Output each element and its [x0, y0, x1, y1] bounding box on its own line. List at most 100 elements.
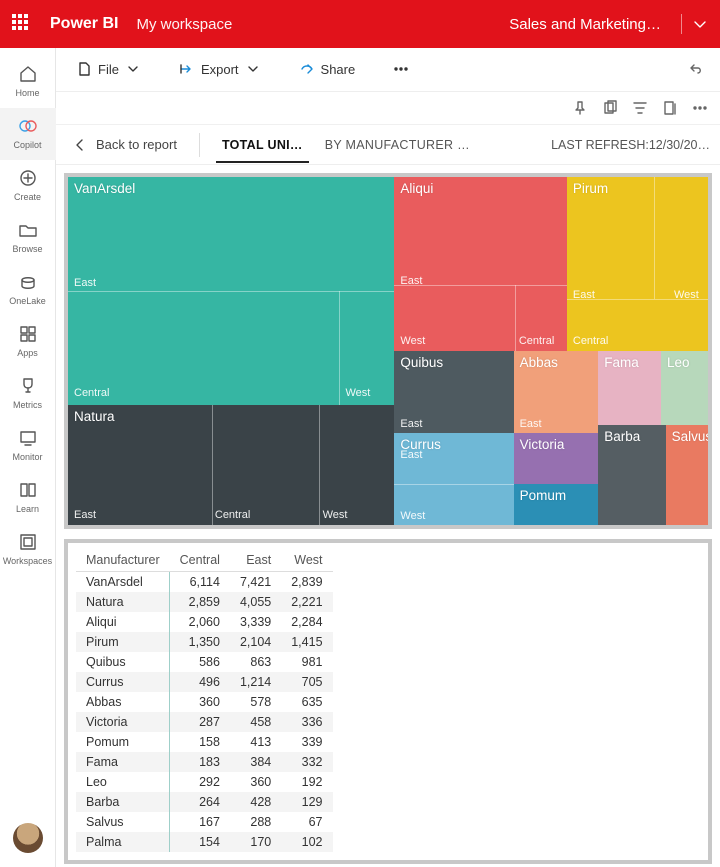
cell-value: 384: [230, 752, 281, 772]
treemap-visual[interactable]: VanArsdelEastCentralWestNaturaEastCentra…: [64, 173, 712, 529]
cell-value: 67: [281, 812, 332, 832]
column-header[interactable]: Central: [170, 549, 230, 572]
command-bar: File Export Share: [56, 48, 720, 92]
nav-browse[interactable]: Browse: [0, 212, 56, 264]
matrix-visual[interactable]: ManufacturerCentralEastWest VanArsdel6,1…: [64, 539, 712, 864]
last-refresh-value: 12/30/20…: [649, 138, 710, 152]
app-header: Power BI My workspace Sales and Marketin…: [0, 0, 720, 48]
treemap-cell-title: Salvus: [672, 429, 708, 444]
table-row[interactable]: Palma154170102: [76, 832, 333, 852]
nav-onelake[interactable]: OneLake: [0, 264, 56, 316]
apps-icon: [18, 324, 38, 344]
tab-total-units[interactable]: TOTAL UNI…: [216, 138, 309, 152]
last-refresh: LAST REFRESH:12/30/20…: [551, 138, 710, 152]
cell-value: 4,055: [230, 592, 281, 612]
undo-icon[interactable]: [688, 61, 704, 77]
cell-value: 1,415: [281, 632, 332, 652]
file-icon: [76, 61, 92, 77]
table-row[interactable]: Currus4961,214705: [76, 672, 333, 692]
more-menu[interactable]: [385, 55, 417, 83]
workspace-name[interactable]: My workspace: [136, 16, 232, 33]
column-header[interactable]: East: [230, 549, 281, 572]
table-row[interactable]: Aliqui2,0603,3392,284: [76, 612, 333, 632]
treemap-cell-title: VanArsdel: [74, 181, 135, 196]
treemap-cell-natura[interactable]: NaturaEastCentralWest: [68, 405, 394, 525]
table-row[interactable]: Barba264428129: [76, 792, 333, 812]
cell-value: 981: [281, 652, 332, 672]
table-row[interactable]: VanArsdel6,1147,4212,839: [76, 572, 333, 593]
crumb-divider: [199, 133, 200, 157]
nav-workspaces[interactable]: Workspaces: [0, 524, 56, 576]
treemap-cell-leo[interactable]: Leo: [661, 351, 708, 425]
nav-label: Metrics: [13, 400, 42, 410]
cell-value: 339: [281, 732, 332, 752]
treemap-cell-aliqui[interactable]: AliquiEastWestCentral: [394, 177, 566, 351]
treemap-region-label: East: [400, 449, 422, 461]
user-avatar[interactable]: [13, 823, 43, 853]
table-row[interactable]: Fama183384332: [76, 752, 333, 772]
app-launcher-icon[interactable]: [12, 14, 32, 34]
nav-copilot[interactable]: Copilot: [0, 108, 56, 160]
cell-manufacturer: Pomum: [76, 732, 170, 752]
table-row[interactable]: Abbas360578635: [76, 692, 333, 712]
file-label: File: [98, 62, 119, 77]
cell-value: 863: [230, 652, 281, 672]
cell-value: 578: [230, 692, 281, 712]
share-button[interactable]: Share: [291, 55, 364, 83]
cell-manufacturer: Currus: [76, 672, 170, 692]
treemap-cell-vanarsdel[interactable]: VanArsdelEastCentralWest: [68, 177, 394, 405]
cell-value: 2,060: [170, 612, 230, 632]
nav-label: Workspaces: [3, 556, 52, 566]
treemap-cell-salvus[interactable]: Salvus: [666, 425, 708, 525]
report-dropdown-icon[interactable]: [692, 16, 708, 32]
report-title[interactable]: Sales and Marketing…: [509, 16, 661, 33]
table-row[interactable]: Pirum1,3502,1041,415: [76, 632, 333, 652]
cell-value: 496: [170, 672, 230, 692]
nav-label: Apps: [17, 348, 38, 358]
file-menu[interactable]: File: [68, 55, 149, 83]
nav-home[interactable]: Home: [0, 56, 56, 108]
cell-value: 428: [230, 792, 281, 812]
column-header[interactable]: West: [281, 549, 332, 572]
table-row[interactable]: Salvus16728867: [76, 812, 333, 832]
treemap-cell-barba[interactable]: Barba: [598, 425, 665, 525]
table-row[interactable]: Victoria287458336: [76, 712, 333, 732]
treemap-cell-quibus[interactable]: QuibusEast: [394, 351, 513, 433]
cell-manufacturer: Barba: [76, 792, 170, 812]
nav-metrics[interactable]: Metrics: [0, 368, 56, 420]
nav-learn[interactable]: Learn: [0, 472, 56, 524]
nav-label: Monitor: [12, 452, 42, 462]
nav-apps[interactable]: Apps: [0, 316, 56, 368]
cell-manufacturer: Abbas: [76, 692, 170, 712]
back-to-report[interactable]: Back to report: [66, 137, 183, 153]
header-divider: [681, 14, 682, 34]
treemap-cell-pirum[interactable]: PirumEastWestCentral: [567, 177, 708, 351]
table-row[interactable]: Leo292360192: [76, 772, 333, 792]
ellipsis-icon[interactable]: [692, 100, 708, 116]
column-header[interactable]: Manufacturer: [76, 549, 170, 572]
treemap-cell-pomum[interactable]: Pomum: [514, 484, 599, 525]
bookmark-icon[interactable]: [662, 100, 678, 116]
treemap-cell-victoria[interactable]: Victoria: [514, 433, 599, 484]
pin-icon[interactable]: [572, 100, 588, 116]
cell-value: 7,421: [230, 572, 281, 593]
copy-icon[interactable]: [602, 100, 618, 116]
chevron-down-icon: [125, 61, 141, 77]
treemap-cell-abbas[interactable]: AbbasEast: [514, 351, 599, 433]
filter-icon[interactable]: [632, 100, 648, 116]
table-row[interactable]: Natura2,8594,0552,221: [76, 592, 333, 612]
nav-monitor[interactable]: Monitor: [0, 420, 56, 472]
nav-create[interactable]: Create: [0, 160, 56, 212]
treemap-region-label: West: [345, 387, 370, 399]
share-label: Share: [321, 62, 356, 77]
treemap-cell-title: Pirum: [573, 181, 608, 196]
treemap-cell-fama[interactable]: Fama: [598, 351, 661, 425]
back-label: Back to report: [96, 137, 177, 152]
treemap-cell-currus[interactable]: CurrusEastWest: [394, 433, 513, 525]
export-menu[interactable]: Export: [171, 55, 269, 83]
product-name[interactable]: Power BI: [50, 15, 118, 33]
cell-value: 336: [281, 712, 332, 732]
table-row[interactable]: Pomum158413339: [76, 732, 333, 752]
tab-by-manufacturer[interactable]: BY MANUFACTURER …: [319, 138, 476, 152]
table-row[interactable]: Quibus586863981: [76, 652, 333, 672]
